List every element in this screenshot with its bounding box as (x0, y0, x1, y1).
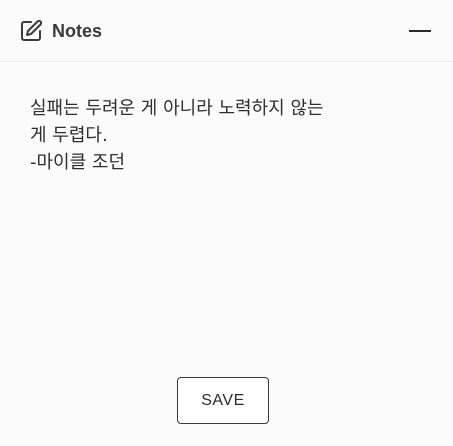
note-line-3: -마이클 조던 (30, 152, 126, 173)
minimize-button[interactable] (409, 20, 431, 42)
minimize-icon (409, 30, 431, 32)
page-title: Notes (52, 21, 103, 41)
note-text-area[interactable]: 실패는 두려운 게 아니라 노력하지 않는 게 두렵다. -마이클 조던 (30, 95, 410, 176)
note-line-1: 실패는 두려운 게 아니라 노력하지 않는 (30, 98, 324, 119)
notes-window: Notes 실패는 두려운 게 아니라 노력하지 않는 게 두렵다. -마이클 … (0, 0, 453, 446)
edit-note-icon (18, 18, 44, 44)
notes-header: Notes (0, 0, 453, 62)
save-button[interactable]: SAVE (177, 377, 269, 424)
note-line-2: 게 두렵다. (30, 125, 108, 146)
